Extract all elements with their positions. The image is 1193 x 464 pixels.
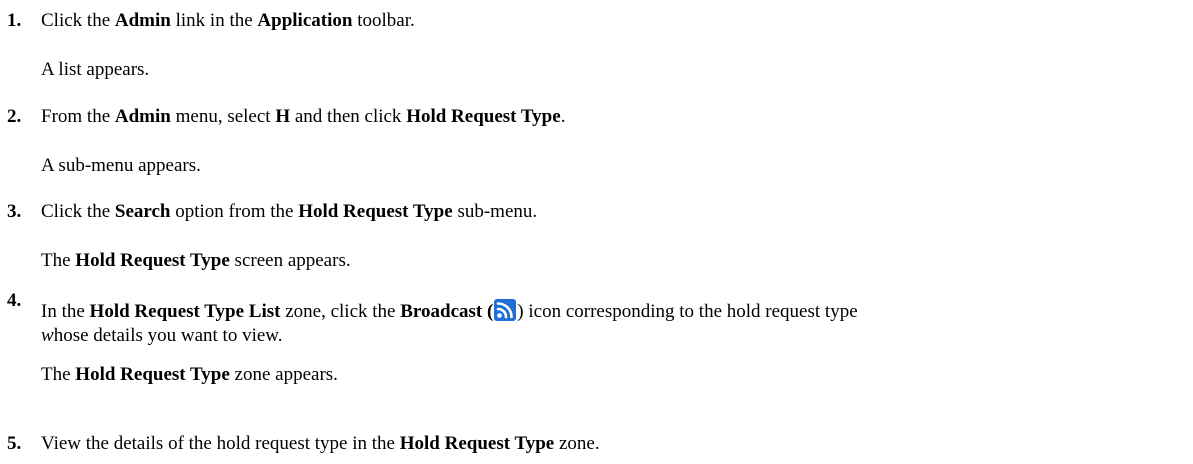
step-number: 4. [7, 290, 22, 311]
ui-term: H [275, 106, 291, 127]
step-instruction: Click the Search option from the Hold Re… [41, 201, 537, 223]
text-segment: Click the [41, 10, 115, 31]
text-segment: sub-menu. [452, 201, 538, 222]
text-segment: hose details you want to view. [53, 325, 283, 346]
step-number: 5. [7, 433, 22, 454]
text-segment: The [41, 364, 76, 385]
text-segment: In the [41, 301, 90, 322]
step-instruction-continued: whose details you want to view. [41, 325, 283, 347]
text-segment: ( [482, 301, 494, 322]
ui-term: Admin [114, 10, 171, 31]
step-instruction: View the details of the hold request typ… [41, 433, 600, 455]
step-result: The Hold Request Type screen appears. [41, 250, 351, 272]
step-number: 2. [7, 106, 22, 127]
text-segment: toolbar. [352, 10, 415, 31]
ui-term: Hold Request Type [75, 364, 230, 385]
text-segment: option from the [170, 201, 299, 222]
ui-term: Hold Request Type [399, 433, 555, 454]
ui-term: Application [257, 10, 353, 31]
step-number: 3. [7, 201, 22, 222]
broadcast-icon [494, 299, 517, 321]
text-segment: menu, select [170, 106, 276, 127]
text-segment: and then click [290, 106, 407, 127]
text-segment: screen appears. [229, 250, 351, 271]
text-segment: The [41, 250, 76, 271]
step-instruction: In the Hold Request Type List zone, clic… [41, 299, 858, 323]
step-instruction: From the Admin menu, select H and then c… [41, 106, 565, 128]
text-segment: link in the [170, 10, 258, 31]
ui-term: Hold Request Type List [89, 301, 281, 322]
text-segment: From the [41, 106, 115, 127]
text-segment: ) icon corresponding to the hold request… [517, 301, 858, 322]
text-segment: Click the [41, 201, 115, 222]
text-segment: zone appears. [229, 364, 338, 385]
text-segment: View the details of the hold request typ… [41, 433, 400, 454]
ui-term: Hold Request Type [75, 250, 230, 271]
text-segment: w [41, 325, 54, 346]
step-number: 1. [7, 10, 22, 31]
text-segment: zone, click the [280, 301, 401, 322]
step-result: A list appears. [41, 59, 150, 80]
step-result: A sub-menu appears. [41, 155, 201, 176]
step-result: The Hold Request Type zone appears. [41, 364, 338, 386]
ui-term: Hold Request Type [406, 106, 561, 127]
ui-term: Search [114, 201, 171, 222]
text-segment: zone. [554, 433, 600, 454]
ui-term: Admin [114, 106, 171, 127]
ui-term: Broadcast [400, 301, 483, 322]
step-instruction: Click the Admin link in the Application … [41, 10, 415, 32]
ui-term: Hold Request Type [298, 201, 453, 222]
text-segment: . [560, 106, 566, 127]
